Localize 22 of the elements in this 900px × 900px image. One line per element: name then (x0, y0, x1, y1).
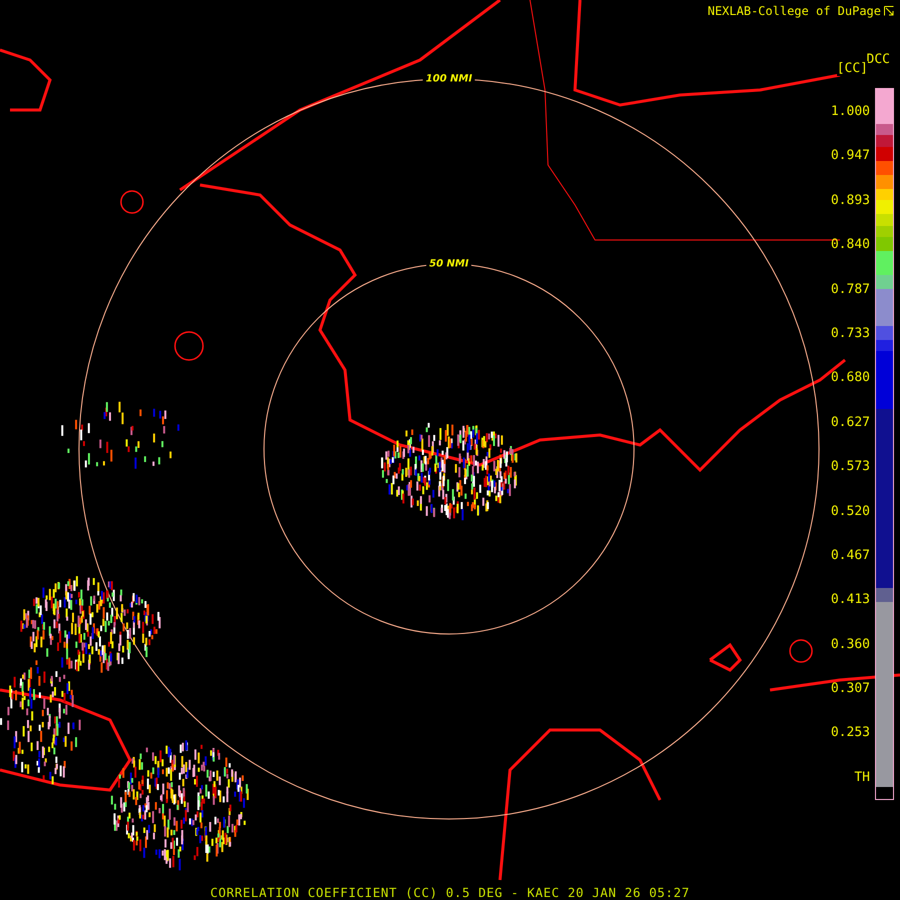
legend-label: 0.893 (830, 192, 870, 210)
legend-label: 0.787 (830, 282, 870, 299)
legend-label: 1.000 (830, 104, 870, 121)
expand-icon[interactable] (884, 6, 894, 16)
legend-label: 0.520 (830, 504, 870, 521)
site-title: NEXLAB-College of DuPage (708, 4, 881, 18)
legend-unit: [CC] (836, 61, 868, 76)
legend-label: 0.627 (830, 414, 870, 432)
product-code: DCC (866, 52, 890, 67)
legend-label: 0.413 (830, 592, 870, 610)
legend-label: 0.680 (830, 370, 870, 388)
legend-label: 0.573 (830, 459, 870, 476)
legend-label: 0.360 (830, 636, 870, 654)
legend-label: 0.253 (830, 725, 870, 742)
legend-label: 0.733 (830, 326, 870, 343)
range-ring-label: 50 NMI (426, 258, 472, 270)
legend-label: 0.307 (830, 681, 870, 698)
legend-label: 0.840 (830, 237, 870, 254)
legend-label: TH (854, 770, 870, 787)
legend-label: 0.467 (830, 548, 870, 565)
legend-label: 0.947 (830, 148, 870, 166)
range-ring-label: 100 NMI (422, 74, 476, 84)
